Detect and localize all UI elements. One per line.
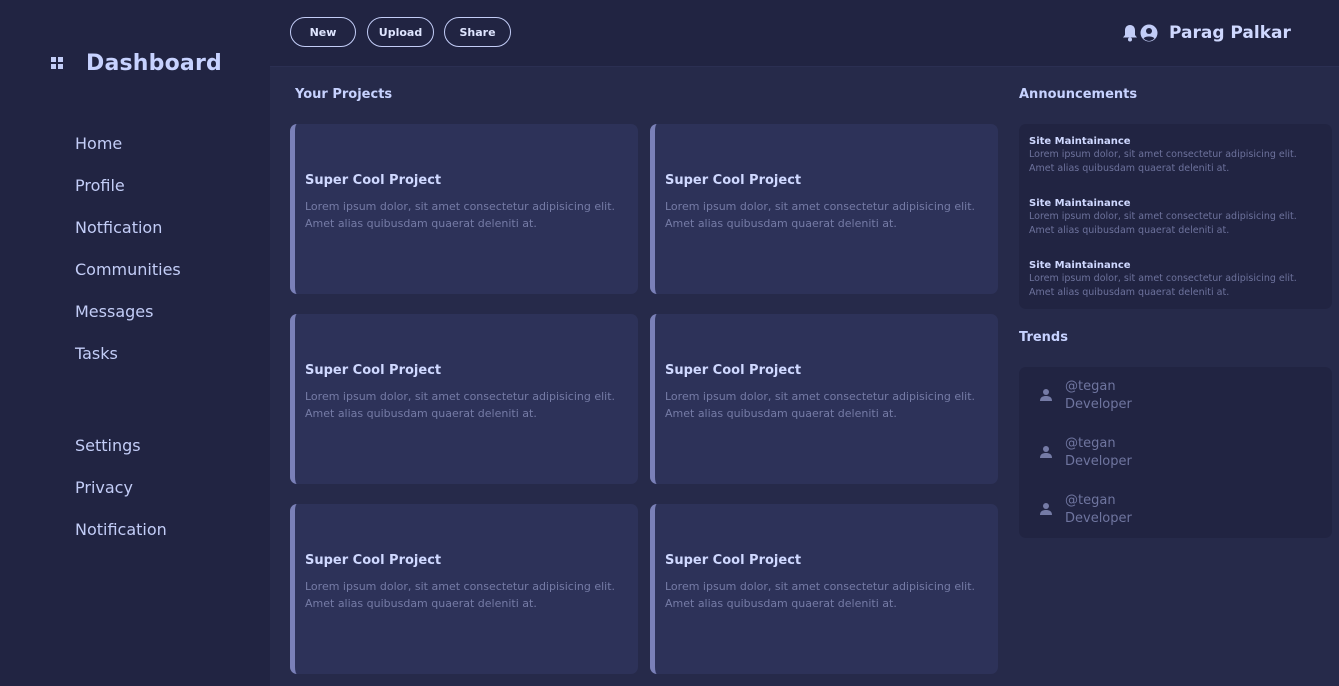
announcement-title: Site Maintainance bbox=[1029, 136, 1131, 147]
project-card[interactable]: Super Cool Project Lorem ipsum dolor, si… bbox=[650, 124, 998, 294]
trend-handle: @tegan bbox=[1065, 379, 1116, 394]
project-title: Super Cool Project bbox=[665, 553, 802, 568]
grid-icon bbox=[51, 57, 63, 69]
nav-item-home[interactable]: Home bbox=[75, 131, 181, 173]
trend-item[interactable]: @tegan Developer bbox=[1039, 378, 1332, 435]
announcements-title: Announcements bbox=[1019, 87, 1138, 102]
project-title: Super Cool Project bbox=[665, 363, 802, 378]
project-card[interactable]: Super Cool Project Lorem ipsum dolor, si… bbox=[290, 504, 638, 674]
upload-button[interactable]: Upload bbox=[367, 17, 434, 47]
announcement-item[interactable]: Site Maintainance Lorem ipsum dolor, sit… bbox=[1029, 259, 1322, 321]
project-title: Super Cool Project bbox=[665, 173, 802, 188]
trend-role: Developer bbox=[1065, 454, 1132, 469]
announcements-panel: Site Maintainance Lorem ipsum dolor, sit… bbox=[1019, 124, 1332, 309]
project-description: Lorem ipsum dolor, sit amet consectetur … bbox=[665, 580, 976, 610]
trends-title: Trends bbox=[1019, 330, 1068, 345]
announcement-item[interactable]: Site Maintainance Lorem ipsum dolor, sit… bbox=[1029, 197, 1322, 259]
user-icon bbox=[1040, 446, 1052, 458]
announcement-description: Lorem ipsum dolor, sit amet consectetur … bbox=[1029, 273, 1297, 298]
project-title: Super Cool Project bbox=[305, 553, 442, 568]
nav-item-notification[interactable]: Notification bbox=[75, 517, 167, 559]
brand-title: Dashboard bbox=[86, 50, 222, 76]
trend-role: Developer bbox=[1065, 511, 1132, 526]
nav-item-communities[interactable]: Communities bbox=[75, 257, 181, 299]
announcement-description: Lorem ipsum dolor, sit amet consectetur … bbox=[1029, 211, 1297, 236]
trends-panel: @tegan Developer @tegan Developer @tegan… bbox=[1019, 367, 1332, 538]
trend-item[interactable]: @tegan Developer bbox=[1039, 492, 1332, 549]
user-circle-icon[interactable] bbox=[1140, 24, 1158, 42]
project-card[interactable]: Super Cool Project Lorem ipsum dolor, si… bbox=[290, 124, 638, 294]
user-icon bbox=[1040, 503, 1052, 515]
trend-role: Developer bbox=[1065, 397, 1132, 412]
nav-item-settings[interactable]: Settings bbox=[75, 433, 167, 475]
primary-nav: Home Profile Notfication Communities Mes… bbox=[75, 131, 181, 383]
announcement-title: Site Maintainance bbox=[1029, 260, 1131, 271]
trend-handle: @tegan bbox=[1065, 436, 1116, 451]
project-description: Lorem ipsum dolor, sit amet consectetur … bbox=[665, 390, 976, 420]
project-description: Lorem ipsum dolor, sit amet consectetur … bbox=[305, 200, 616, 230]
project-description: Lorem ipsum dolor, sit amet consectetur … bbox=[665, 200, 976, 230]
project-card[interactable]: Super Cool Project Lorem ipsum dolor, si… bbox=[290, 314, 638, 484]
nav-item-privacy[interactable]: Privacy bbox=[75, 475, 167, 517]
project-card[interactable]: Super Cool Project Lorem ipsum dolor, si… bbox=[650, 504, 998, 674]
nav-item-messages[interactable]: Messages bbox=[75, 299, 181, 341]
nav-item-notfication[interactable]: Notfication bbox=[75, 215, 181, 257]
trend-handle: @tegan bbox=[1065, 493, 1116, 508]
project-description: Lorem ipsum dolor, sit amet consectetur … bbox=[305, 390, 616, 420]
bell-icon[interactable] bbox=[1122, 24, 1138, 42]
top-header: New Upload Share Parag Palkar bbox=[270, 0, 1339, 67]
project-title: Super Cool Project bbox=[305, 173, 442, 188]
announcement-item[interactable]: Site Maintainance Lorem ipsum dolor, sit… bbox=[1029, 135, 1322, 197]
brand[interactable]: Dashboard bbox=[50, 48, 222, 78]
announcement-title: Site Maintainance bbox=[1029, 198, 1131, 209]
project-card[interactable]: Super Cool Project Lorem ipsum dolor, si… bbox=[650, 314, 998, 484]
user-icon bbox=[1040, 389, 1052, 401]
user-area: Parag Palkar bbox=[1122, 20, 1291, 46]
share-button[interactable]: Share bbox=[444, 17, 511, 47]
user-name[interactable]: Parag Palkar bbox=[1169, 23, 1291, 43]
sidebar: Dashboard Home Profile Notfication Commu… bbox=[0, 0, 270, 686]
trend-item[interactable]: @tegan Developer bbox=[1039, 435, 1332, 492]
nav-item-tasks[interactable]: Tasks bbox=[75, 341, 181, 383]
project-description: Lorem ipsum dolor, sit amet consectetur … bbox=[305, 580, 616, 610]
project-title: Super Cool Project bbox=[305, 363, 442, 378]
nav-item-profile[interactable]: Profile bbox=[75, 173, 181, 215]
new-button[interactable]: New bbox=[290, 17, 356, 47]
secondary-nav: Settings Privacy Notification bbox=[75, 433, 167, 559]
announcement-description: Lorem ipsum dolor, sit amet consectetur … bbox=[1029, 149, 1297, 174]
projects-title: Your Projects bbox=[295, 87, 393, 102]
